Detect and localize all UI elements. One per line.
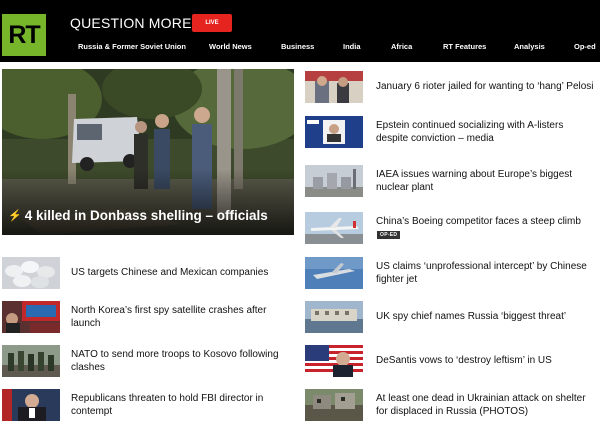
story-thumbnail: [2, 257, 60, 289]
list-item[interactable]: US claims ‘unprofessional intercept’ by …: [305, 257, 600, 289]
nav-item-rt-features[interactable]: RT Features: [443, 42, 486, 51]
story-headline[interactable]: Republicans threaten to hold FBI directo…: [71, 393, 291, 418]
nav-item-business[interactable]: Business: [281, 42, 314, 51]
story-headline[interactable]: NATO to send more troops to Kosovo follo…: [71, 349, 291, 374]
story-headline[interactable]: North Korea’s first spy satellite crashe…: [71, 305, 291, 330]
list-item[interactable]: China’s Boeing competitor faces a steep …: [305, 212, 600, 244]
story-thumbnail: [305, 71, 363, 103]
nav-item-africa[interactable]: Africa: [391, 42, 412, 51]
nav-item-analysis[interactable]: Analysis: [514, 42, 545, 51]
story-headline[interactable]: January 6 rioter jailed for wanting to ‘…: [376, 81, 598, 94]
story-headline[interactable]: US targets Chinese and Mexican companies: [71, 267, 291, 280]
story-thumbnail: [2, 389, 60, 421]
list-item[interactable]: North Korea’s first spy satellite crashe…: [2, 301, 294, 333]
story-thumbnail: [305, 257, 363, 289]
list-item[interactable]: Republicans threaten to hold FBI directo…: [2, 389, 294, 421]
story-thumbnail: [305, 165, 363, 197]
story-thumbnail: [305, 116, 363, 148]
story-thumbnail: [305, 301, 363, 333]
story-headline[interactable]: DeSantis vows to ‘destroy leftism’ in US: [376, 355, 598, 368]
story-thumbnail: [305, 389, 363, 421]
nav-item-op-ed[interactable]: Op-ed: [574, 42, 596, 51]
story-headline[interactable]: Epstein continued socializing with A-lis…: [376, 120, 598, 145]
story-thumbnail: [2, 345, 60, 377]
story-thumbnail: [305, 212, 363, 244]
story-headline[interactable]: UK spy chief names Russia ‘biggest threa…: [376, 311, 598, 324]
site-header: RT QUESTION MORE LIVE Russia & Former So…: [0, 0, 600, 62]
list-item[interactable]: US targets Chinese and Mexican companies: [2, 257, 294, 289]
story-headline[interactable]: US claims ‘unprofessional intercept’ by …: [376, 261, 598, 286]
live-button[interactable]: LIVE: [192, 14, 232, 32]
list-item[interactable]: DeSantis vows to ‘destroy leftism’ in US: [305, 345, 600, 377]
hero-story[interactable]: ⚡ 4 killed in Donbass shelling – officia…: [2, 69, 294, 235]
list-item[interactable]: At least one dead in Ukrainian attack on…: [305, 389, 600, 421]
hero-headline[interactable]: ⚡ 4 killed in Donbass shelling – officia…: [8, 208, 294, 223]
nav-item-russia[interactable]: Russia & Former Soviet Union: [78, 42, 186, 51]
list-item[interactable]: NATO to send more troops to Kosovo follo…: [2, 345, 294, 377]
list-item[interactable]: Epstein continued socializing with A-lis…: [305, 116, 600, 148]
site-tagline: QUESTION MORE: [70, 15, 192, 31]
list-item[interactable]: UK spy chief names Russia ‘biggest threa…: [305, 301, 600, 333]
story-thumbnail: [2, 301, 60, 333]
lightning-bolt-icon: ⚡: [8, 210, 22, 222]
op-ed-badge: OP-ED: [377, 231, 401, 239]
main-nav: Russia & Former Soviet Union World News …: [0, 42, 600, 56]
story-headline[interactable]: China’s Boeing competitor faces a steep …: [376, 216, 598, 229]
list-item[interactable]: IAEA issues warning about Europe’s bigge…: [305, 165, 600, 197]
nav-item-world-news[interactable]: World News: [209, 42, 252, 51]
nav-item-india[interactable]: India: [343, 42, 361, 51]
story-headline[interactable]: At least one dead in Ukrainian attack on…: [376, 393, 598, 418]
hero-overlay: [2, 169, 294, 235]
list-item[interactable]: January 6 rioter jailed for wanting to ‘…: [305, 71, 600, 103]
story-thumbnail: [305, 345, 363, 377]
hero-headline-text: 4 killed in Donbass shelling – officials: [24, 208, 268, 223]
story-headline[interactable]: IAEA issues warning about Europe’s bigge…: [376, 169, 598, 194]
